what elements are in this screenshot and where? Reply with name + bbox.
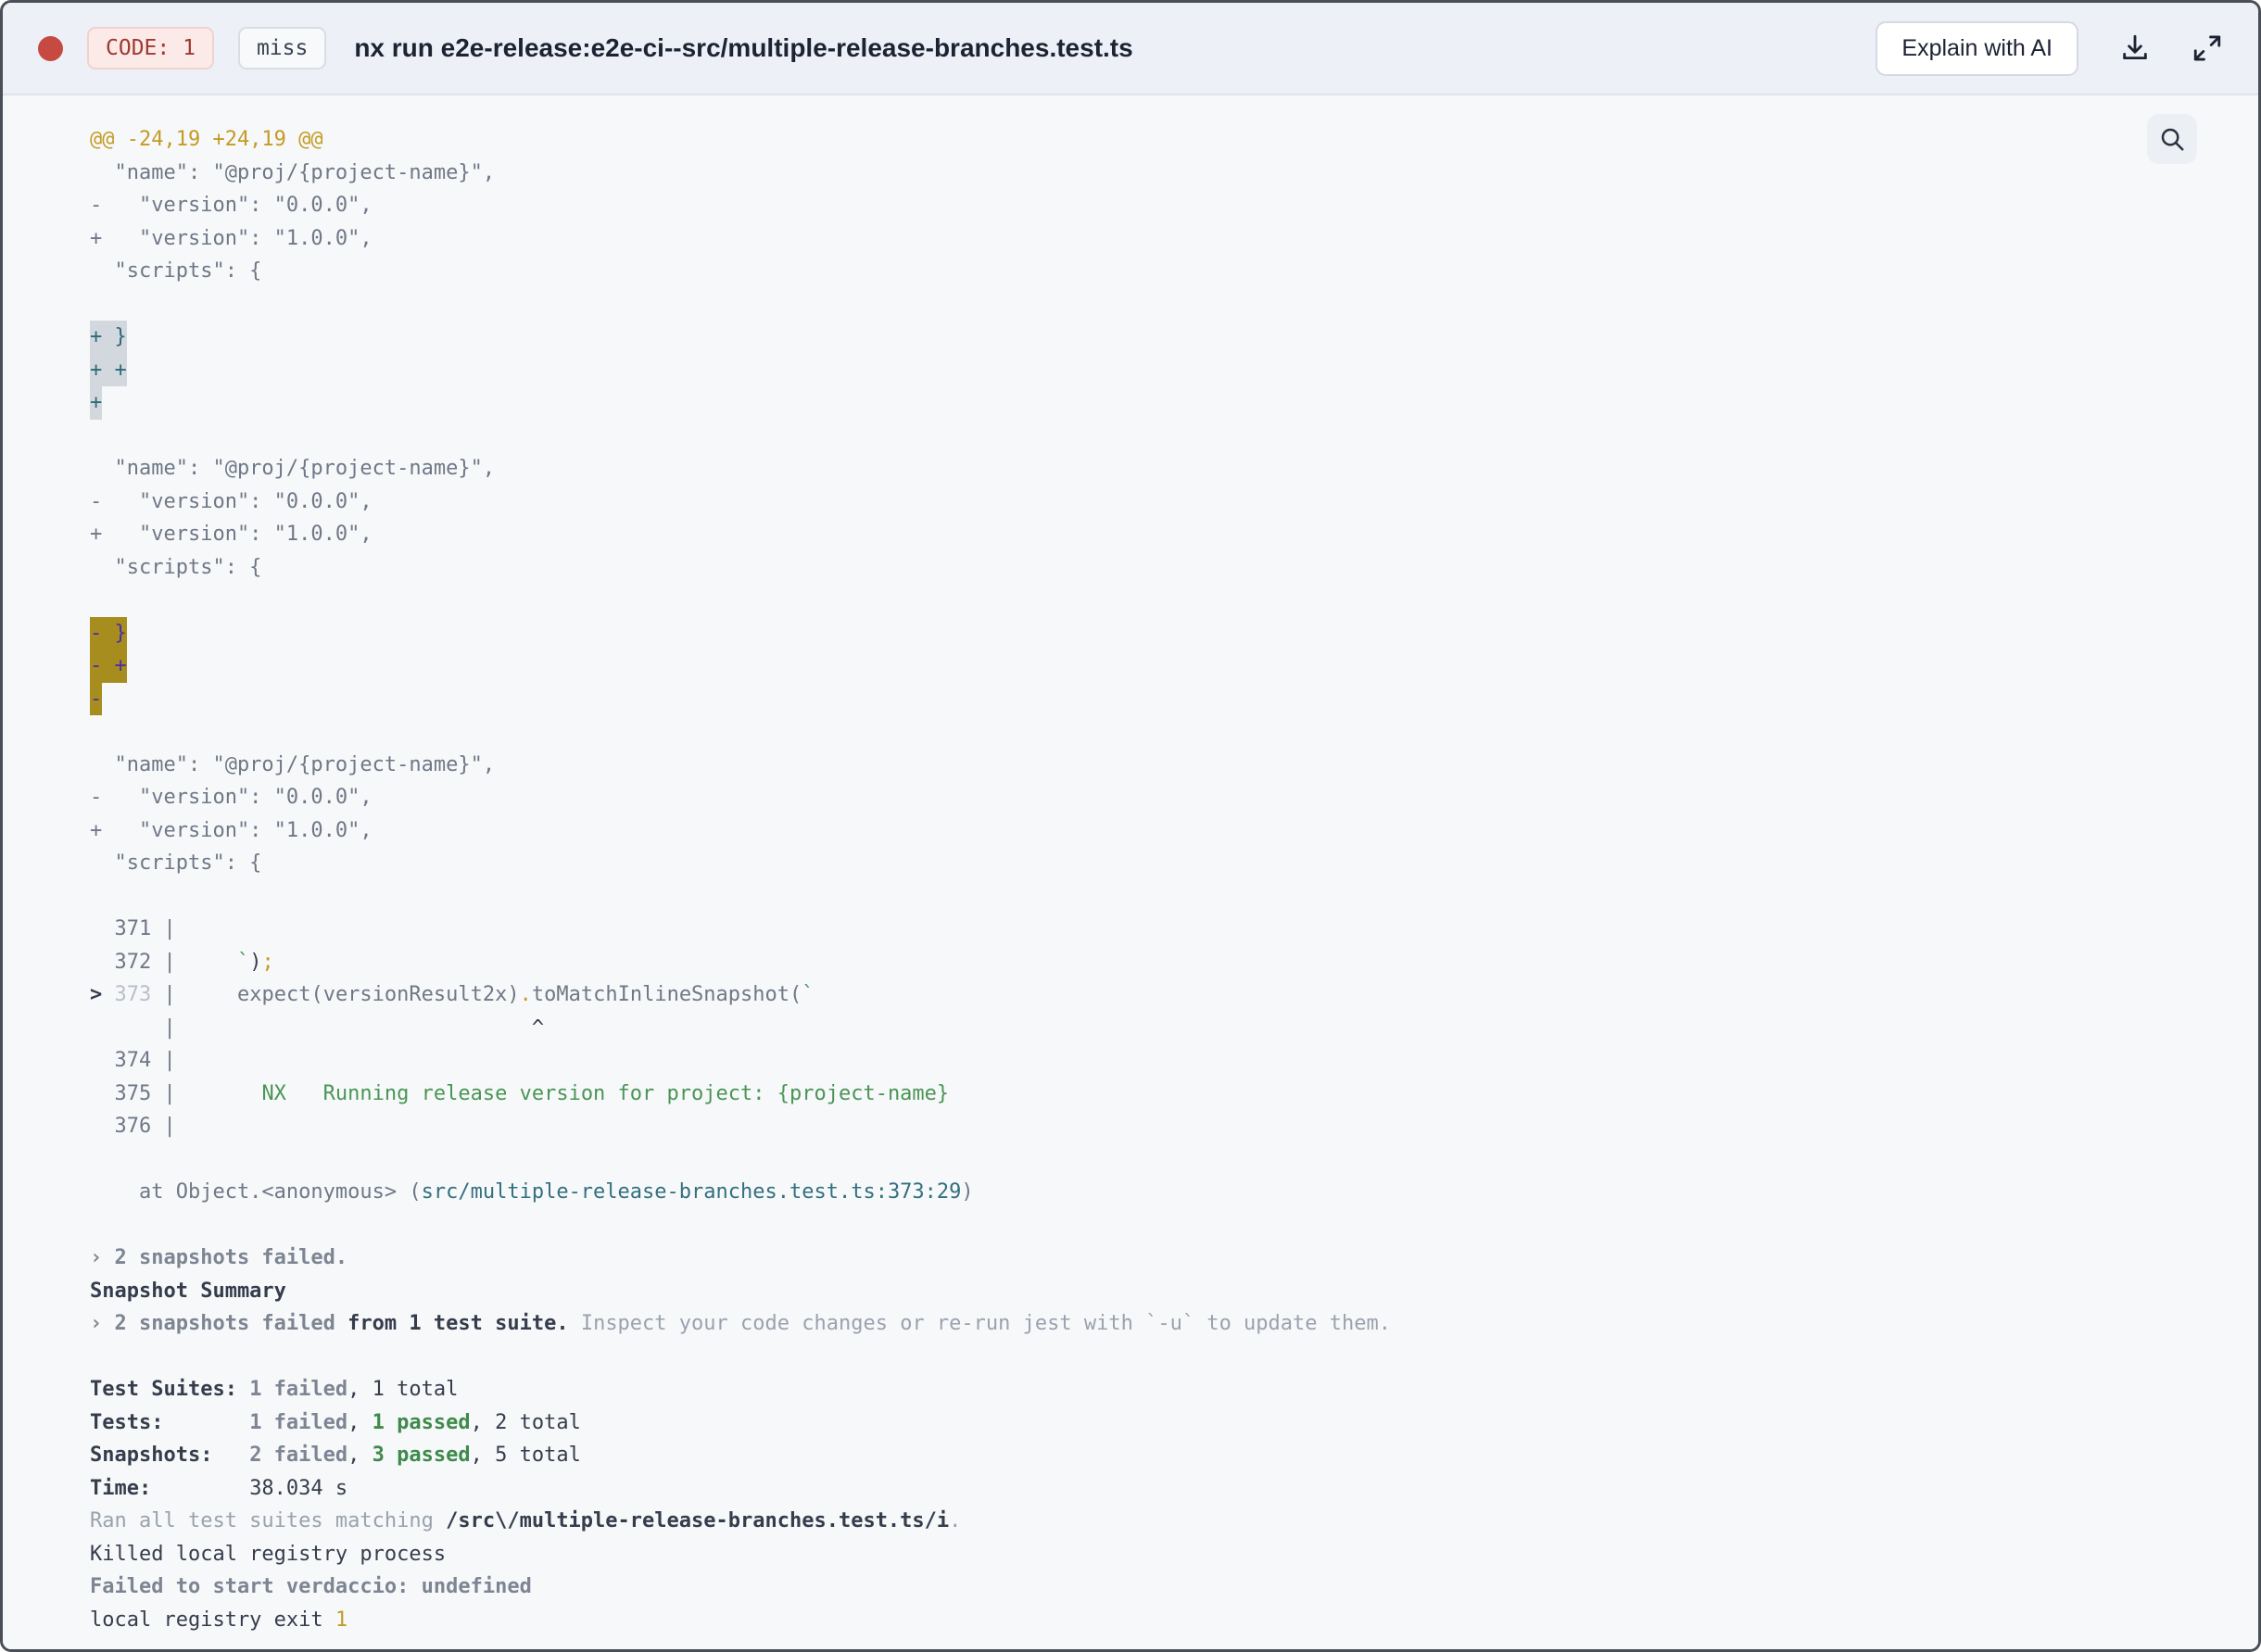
explain-with-ai-button[interactable]: Explain with AI	[1876, 20, 2078, 76]
terminal-line: | ^	[90, 1015, 545, 1040]
terminal-line: 371 |	[90, 917, 176, 940]
cache-miss-badge: miss	[237, 27, 327, 69]
terminal-line: Ran all test suites matching /src\/multi…	[90, 1509, 962, 1532]
terminal-line: › 2 snapshots failed.	[90, 1246, 348, 1269]
terminal-line: "name": "@proj/{project-name}",	[90, 160, 496, 184]
terminal-line: local registry exit 1	[90, 1608, 348, 1632]
terminal-line: "scripts": {	[90, 555, 262, 579]
terminal-line: + +	[90, 353, 2258, 386]
terminal-line: +	[90, 386, 2258, 420]
terminal-line: @@ -24,19 +24,19 @@	[90, 128, 323, 151]
terminal-line: - "version": "0.0.0",	[90, 489, 373, 513]
terminal-line: -	[90, 682, 2258, 715]
terminal-line: - "version": "0.0.0",	[90, 786, 373, 809]
terminal-line: › 2 snapshots failed from 1 test suite. …	[90, 1312, 1392, 1335]
terminal-line: 372 | `);	[90, 950, 274, 974]
log-content-panel: @@ -24,19 +24,19 @@ "name": "@proj/{proj…	[3, 95, 2258, 1649]
expand-icon	[2192, 32, 2223, 64]
terminal-line: - +	[90, 649, 2258, 683]
terminal-line: Test Suites: 1 failed, 1 total	[90, 1378, 459, 1401]
terminal-output: @@ -24,19 +24,19 @@ "name": "@proj/{proj…	[3, 95, 2258, 1649]
download-icon	[2119, 32, 2151, 64]
fullscreen-button[interactable]	[2192, 32, 2223, 64]
terminal-line: Tests: 1 failed, 1 passed, 2 total	[90, 1410, 581, 1434]
terminal-line: Time: 38.034 s	[90, 1476, 348, 1500]
terminal-line: Killed local registry process	[90, 1542, 447, 1566]
header-actions: Explain with AI	[1876, 20, 2223, 76]
terminal-line: - }	[90, 616, 2258, 649]
terminal-line: 375 | NX Running release version for pro…	[90, 1081, 950, 1105]
search-icon	[2158, 125, 2186, 153]
terminal-line: - "version": "0.0.0",	[90, 194, 373, 217]
terminal-line: + }	[90, 321, 2258, 354]
terminal-line: at Object.<anonymous> (src/multiple-rele…	[90, 1180, 974, 1204]
terminal-line: Failed to start verdaccio: undefined	[90, 1575, 532, 1598]
terminal-line: 376 |	[90, 1115, 176, 1138]
exit-code-badge: CODE: 1	[87, 27, 214, 69]
task-title: nx run e2e-release:e2e-ci--src/multiple-…	[354, 33, 1133, 62]
terminal-line: + "version": "1.0.0",	[90, 818, 373, 842]
terminal-line: + "version": "1.0.0",	[90, 226, 373, 250]
terminal-line: "scripts": {	[90, 851, 262, 875]
search-button[interactable]	[2147, 114, 2197, 164]
header-bar: CODE: 1 miss nx run e2e-release:e2e-ci--…	[3, 3, 2258, 95]
terminal-line: Snapshot Summary	[90, 1279, 286, 1303]
terminal-line: "scripts": {	[90, 259, 262, 283]
terminal-line: "name": "@proj/{project-name}",	[90, 457, 496, 480]
terminal-line: > 373 | expect(versionResult2x).toMatchI…	[90, 983, 815, 1006]
terminal-line: "name": "@proj/{project-name}",	[90, 752, 496, 776]
status-dot	[38, 35, 63, 61]
terminal-line: 374 |	[90, 1049, 176, 1072]
download-button[interactable]	[2119, 32, 2151, 64]
log-viewer-window: CODE: 1 miss nx run e2e-release:e2e-ci--…	[0, 0, 2261, 1652]
terminal-line: + "version": "1.0.0",	[90, 523, 373, 546]
terminal-line: Snapshots: 2 failed, 3 passed, 5 total	[90, 1444, 581, 1467]
